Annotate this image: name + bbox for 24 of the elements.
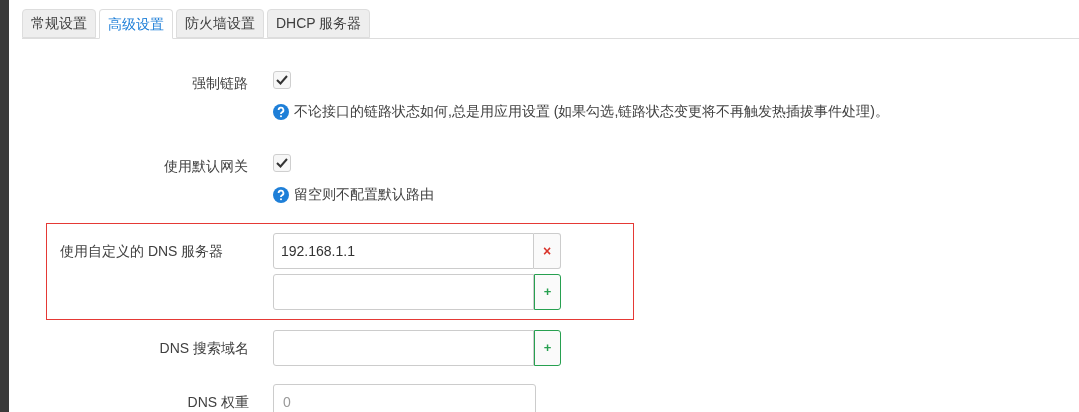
- input-field[interactable]: 0: [273, 384, 536, 412]
- input-field[interactable]: 192.168.1.1: [273, 233, 534, 269]
- help-text: 不论接口的链路状态如何,总是用应用设置 (如果勾选,链路状态变更将不再触发热插拔事件处理)。: [294, 102, 889, 121]
- field-label: 使用自定义的 DNS 服务器: [60, 243, 224, 259]
- help-text: 留空则不配置默认路由: [294, 185, 434, 204]
- help-icon: [273, 103, 289, 120]
- tab[interactable]: 高级设置: [99, 9, 173, 39]
- field-label: 使用默认网关: [164, 158, 248, 174]
- check-icon: [276, 158, 288, 168]
- checkbox[interactable]: [273, 154, 291, 172]
- help-icon: [273, 186, 289, 203]
- tab[interactable]: 常规设置: [22, 9, 96, 38]
- field-label: DNS 搜索域名: [159, 340, 249, 356]
- field-label: 强制链路: [192, 75, 248, 91]
- input-field[interactable]: [273, 274, 534, 310]
- add-button[interactable]: +: [534, 330, 561, 366]
- input-field[interactable]: [273, 330, 534, 366]
- check-icon: [276, 75, 288, 85]
- add-button[interactable]: +: [534, 274, 561, 310]
- field-label: DNS 权重: [187, 394, 249, 410]
- checkbox[interactable]: [273, 71, 291, 89]
- tab[interactable]: 防火墙设置: [176, 9, 264, 38]
- tab[interactable]: DHCP 服务器: [267, 9, 371, 38]
- remove-button[interactable]: ×: [534, 233, 561, 269]
